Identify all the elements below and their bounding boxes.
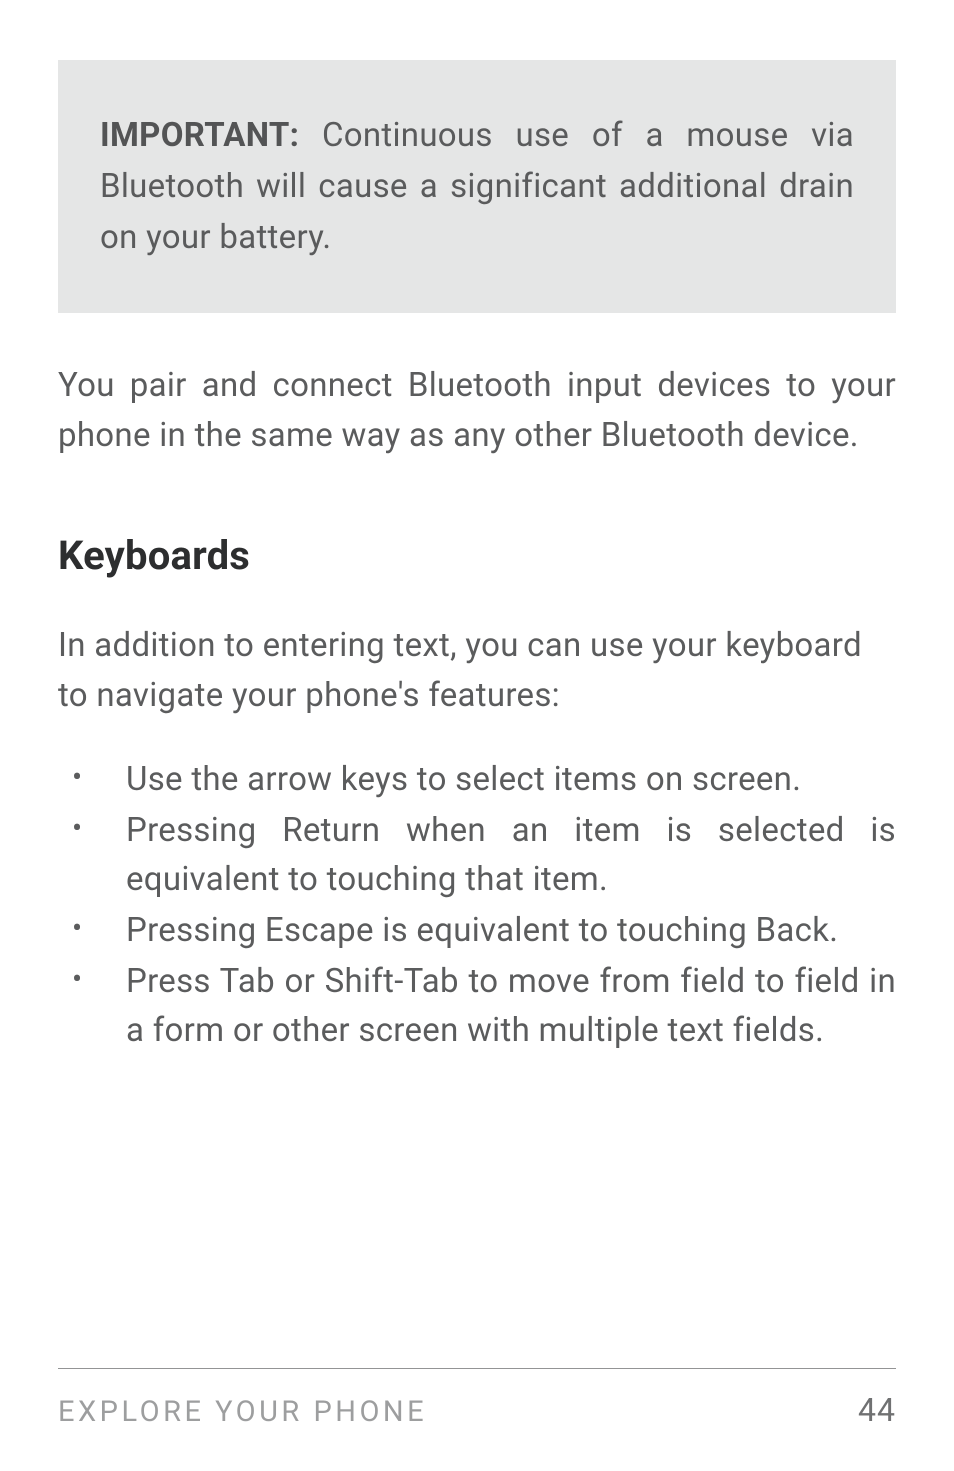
callout-text: IMPORTANT: Continuous use of a mouse via… — [100, 110, 854, 263]
keyboard-features-list: Use the arrow keys to select items on sc… — [58, 756, 896, 1055]
important-callout: IMPORTANT: Continuous use of a mouse via… — [58, 60, 896, 313]
page-content: IMPORTANT: Continuous use of a mouse via… — [58, 60, 896, 1368]
list-item: Use the arrow keys to select items on sc… — [58, 756, 896, 805]
paragraph-bluetooth-pairing: You pair and connect Bluetooth input de­… — [58, 361, 896, 460]
keyboards-intro: In addition to entering text, you can us… — [58, 621, 896, 720]
callout-label: IMPORTANT: — [100, 116, 299, 155]
page-footer: EXPLORE YOUR PHONE 44 — [58, 1368, 896, 1429]
list-item: Pressing Escape is equivalent to touch­i… — [58, 907, 896, 956]
footer-page-number: 44 — [858, 1391, 896, 1429]
list-item: Press Tab or Shift-Tab to move from fiel… — [58, 958, 896, 1056]
list-item: Pressing Return when an item is selected… — [58, 807, 896, 905]
heading-keyboards: Keyboards — [58, 532, 896, 579]
footer-section-title: EXPLORE YOUR PHONE — [58, 1395, 427, 1429]
